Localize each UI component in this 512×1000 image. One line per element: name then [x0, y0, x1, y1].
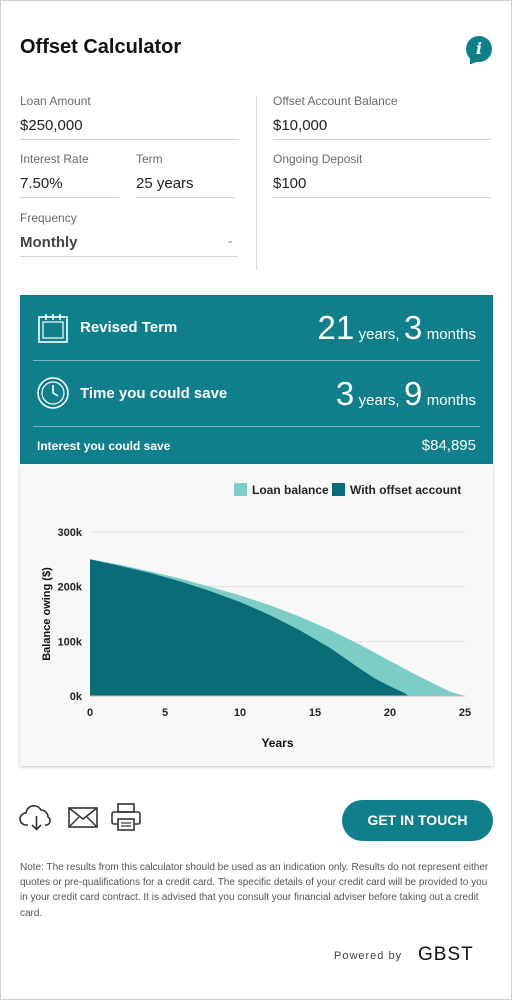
loan-amount-label: Loan Amount — [20, 94, 91, 108]
time-saved-value: 3 years, 9 months — [336, 375, 476, 413]
clock-icon — [37, 377, 69, 409]
time-saved-months: 9 — [403, 375, 423, 412]
time-saved-row: Time you could save 3 years, 9 months — [33, 375, 480, 413]
get-in-touch-button[interactable]: GET IN TOUCH — [342, 800, 493, 841]
ongoing-deposit-label: Ongoing Deposit — [273, 152, 363, 166]
x-axis-label: Years — [261, 736, 293, 750]
time-saved-months-unit: months — [426, 392, 476, 409]
frequency-select[interactable]: Frequency Monthly ⌄ — [20, 211, 238, 257]
results-panel: Revised Term 21 years, 3 months Time you… — [20, 295, 493, 464]
frequency-label: Frequency — [20, 211, 77, 225]
cloud-download-icon[interactable] — [19, 805, 55, 831]
ongoing-deposit-field[interactable]: Ongoing Deposit $100 — [273, 152, 491, 198]
revised-term-label: Revised Term — [80, 319, 178, 336]
y-tick-label: 200k — [58, 582, 83, 594]
column-divider — [256, 96, 257, 270]
disclaimer-note: Note: The results from this calculator s… — [20, 862, 489, 919]
x-tick-label: 0 — [87, 707, 93, 719]
frequency-value[interactable]: Monthly — [20, 234, 238, 251]
legend-label: Loan balance — [252, 483, 329, 497]
x-tick-label: 5 — [162, 707, 168, 719]
chevron-down-icon: ⌄ — [226, 235, 234, 245]
x-tick-label: 10 — [234, 707, 246, 719]
page-title: Offset Calculator — [20, 36, 182, 58]
gbst-logo[interactable]: GBST — [418, 944, 474, 966]
powered-by-label: Powered by — [334, 950, 403, 962]
time-saved-years-unit: years, — [358, 392, 400, 409]
results-divider — [33, 426, 480, 427]
interest-rate-label: Interest Rate — [20, 152, 89, 166]
loan-amount-value[interactable]: $250,000 — [20, 117, 238, 134]
y-tick-label: 0k — [70, 691, 83, 703]
balance-chart: 0k 100k 200k 300k 0 5 10 15 20 25 Years Balance owi… — [20, 464, 493, 766]
revised-term-months: 3 — [403, 309, 423, 346]
term-field[interactable]: Term 25 years — [136, 152, 235, 198]
legend-swatch — [234, 483, 247, 496]
revised-term-value: 21 years, 3 months — [318, 309, 477, 347]
interest-rate-value[interactable]: 7.50% — [20, 175, 119, 192]
interest-saved-row: Interest you could save $84,895 — [33, 437, 480, 457]
term-value[interactable]: 25 years — [136, 175, 235, 192]
y-tick-label: 300k — [58, 527, 83, 539]
x-tick-label: 25 — [459, 707, 471, 719]
revised-term-row: Revised Term 21 years, 3 months — [33, 309, 480, 347]
y-tick-label: 100k — [58, 636, 83, 648]
legend-swatch — [332, 483, 345, 496]
envelope-icon[interactable] — [68, 805, 98, 829]
time-saved-years: 3 — [335, 375, 355, 412]
info-icon[interactable]: i — [466, 36, 492, 62]
x-tick-label: 20 — [384, 707, 396, 719]
y-axis-label: Balance owing ($) — [41, 567, 53, 661]
offset-balance-value[interactable]: $10,000 — [273, 117, 491, 134]
chart-svg: 0k 100k 200k 300k 0 5 10 15 20 25 Years Balance owi… — [41, 483, 471, 750]
interest-saved-value: $84,895 — [421, 437, 476, 454]
printer-icon[interactable] — [111, 803, 141, 831]
interest-saved-label: Interest you could save — [37, 439, 171, 453]
legend-label: With offset account — [350, 483, 461, 497]
time-saved-label: Time you could save — [80, 385, 228, 402]
revised-term-months-unit: months — [426, 326, 476, 343]
revised-term-years-unit: years, — [358, 326, 400, 343]
offset-balance-label: Offset Account Balance — [273, 94, 398, 108]
calendar-icon — [38, 314, 68, 343]
loan-amount-field[interactable]: Loan Amount $250,000 — [20, 94, 238, 140]
offset-account-area — [90, 559, 409, 696]
interest-rate-field[interactable]: Interest Rate 7.50% — [20, 152, 119, 198]
results-divider — [33, 360, 480, 361]
term-label: Term — [136, 152, 163, 166]
offset-balance-field[interactable]: Offset Account Balance $10,000 — [273, 94, 491, 140]
x-tick-label: 15 — [309, 707, 321, 719]
revised-term-years: 21 — [317, 309, 355, 346]
ongoing-deposit-value[interactable]: $100 — [273, 175, 491, 192]
